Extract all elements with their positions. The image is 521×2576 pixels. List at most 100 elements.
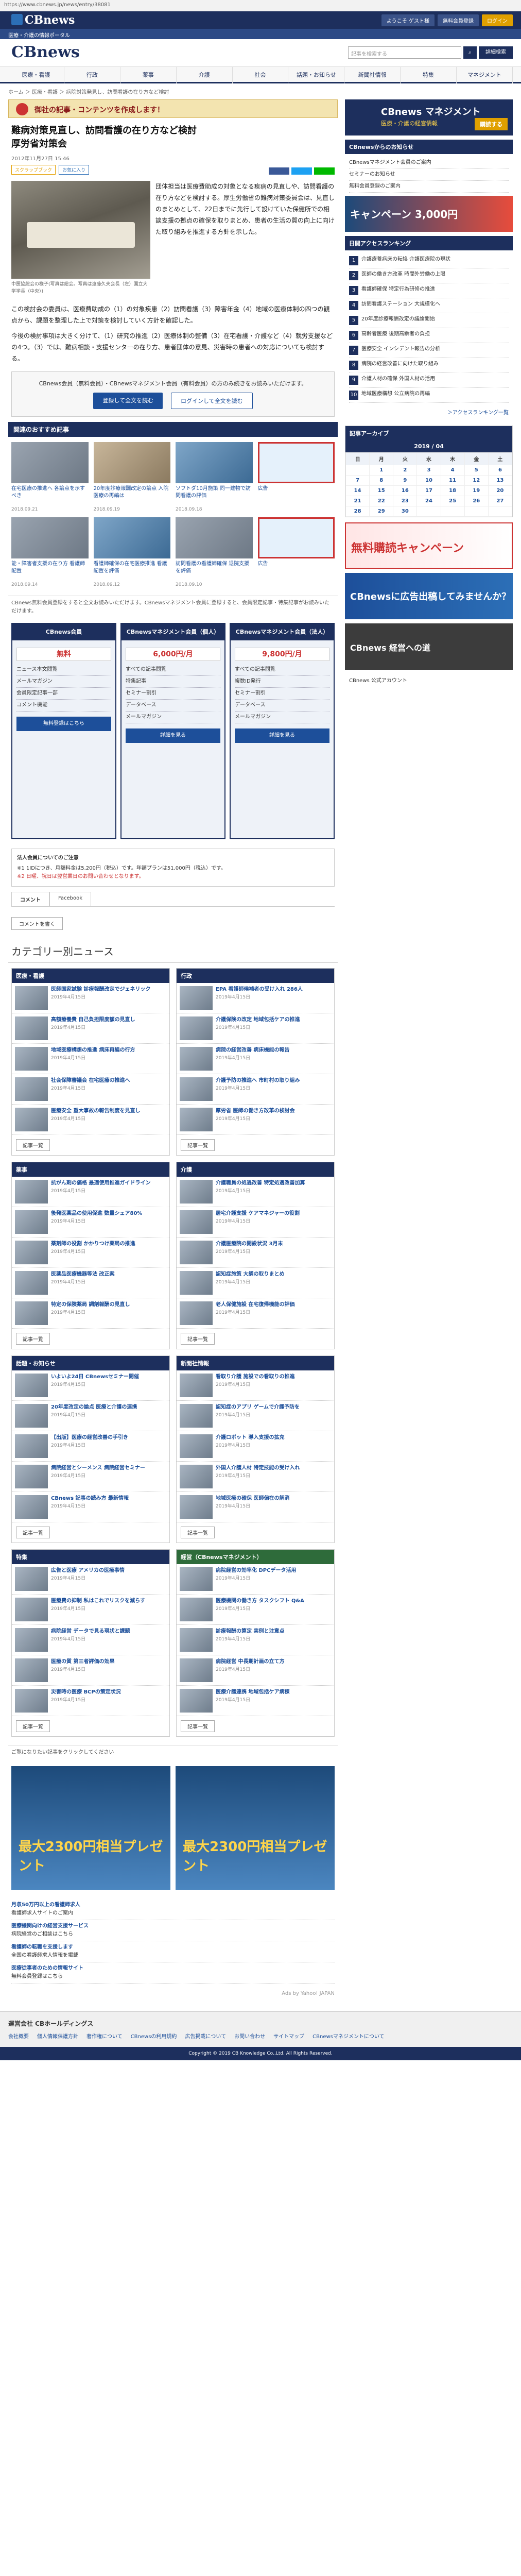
category-more-button[interactable]: 記事一覧 xyxy=(181,1139,215,1151)
recommend-item[interactable]: 20年度診療報酬改定の論点 入院医療の再編は 2018.09.19 xyxy=(93,442,171,512)
category-item-title[interactable]: 医療介護連携 地域包括ケア病棟 xyxy=(216,1689,289,1696)
recommend-title[interactable]: 広告 xyxy=(258,483,335,507)
category-item-title[interactable]: 病院経営 中長期計画の立て方 xyxy=(216,1658,284,1666)
footer-link[interactable]: CBnewsの利用規約 xyxy=(131,2032,177,2040)
ranking-item[interactable]: 9 介護人材の確保 外国人材の活用 xyxy=(349,373,509,388)
free-campaign-banner[interactable]: 無料購読キャンペーン xyxy=(345,522,513,569)
ranking-title[interactable]: 訪問看護ステーション 大規模化へ xyxy=(361,301,440,310)
ranking-title[interactable]: 医療安全 インシデント報告の分析 xyxy=(361,346,440,355)
tab-facebook[interactable]: Facebook xyxy=(49,892,91,906)
category-item[interactable]: 病院経営 中長期計画の立て方 2019年4月15日 xyxy=(177,1655,334,1686)
text-ad-title[interactable]: 医療従事者のための情報サイト xyxy=(11,1965,83,1971)
calendar-day[interactable]: 12 xyxy=(464,475,489,486)
ranking-title[interactable]: 介護人材の確保 外国人材の活用 xyxy=(361,376,435,385)
calendar-day[interactable]: 18 xyxy=(440,485,465,496)
calendar-day[interactable]: 19 xyxy=(464,485,489,496)
category-item-title[interactable]: 【出版】医療の経営改善の手引き xyxy=(51,1434,128,1442)
calendar-day[interactable]: 14 xyxy=(345,485,370,496)
category-item-title[interactable]: 居宅介護支援 ケアマネジャーの役割 xyxy=(216,1210,300,1217)
category-more-button[interactable]: 記事一覧 xyxy=(16,1333,50,1345)
category-item[interactable]: 抗がん剤の価格 最適使用推進ガイドライン 2019年4月15日 xyxy=(12,1177,169,1207)
calendar-day[interactable]: 5 xyxy=(464,465,489,476)
ranking-item[interactable]: 5 20年度診療報酬改定の議論開始 xyxy=(349,313,509,328)
calendar-day[interactable]: 8 xyxy=(369,475,394,486)
favorite-button[interactable]: お気に入り xyxy=(59,165,90,175)
nav-item[interactable]: 特集 xyxy=(401,67,457,83)
category-item-title[interactable]: 外国人介護人材 特定技能の受け入れ xyxy=(216,1465,300,1472)
ranking-title[interactable]: 高齢者医療 後期高齢者の負担 xyxy=(361,331,430,340)
nav-item[interactable]: 薬事 xyxy=(120,67,177,83)
category-heading[interactable]: 医療・看護 xyxy=(12,969,169,983)
category-more-button[interactable]: 記事一覧 xyxy=(181,1333,215,1345)
category-item[interactable]: 20年度改定の論点 医療と介護の連携 2019年4月15日 xyxy=(12,1401,169,1431)
category-item-title[interactable]: 医師国家試験 診療報酬改定でジェネリック xyxy=(51,986,150,993)
category-more-button[interactable]: 記事一覧 xyxy=(181,1720,215,1732)
ranking-item[interactable]: 10 地域医療構想 公立病院の再編 xyxy=(349,388,509,403)
recommend-title[interactable]: 能・障害者支援の在り方 看護師配置 xyxy=(11,558,89,582)
recommend-title[interactable]: 20年度診療報酬改定の論点 入院医療の再編は xyxy=(94,483,171,507)
ranking-item[interactable]: 7 医療安全 インシデント報告の分析 xyxy=(349,343,509,358)
calendar-day[interactable]: 29 xyxy=(369,506,394,517)
category-item[interactable]: 病院経営 データで見る現状と課題 2019年4月15日 xyxy=(12,1625,169,1655)
recommend-title[interactable]: 在宅医療の推進へ 各論点を示すべき xyxy=(11,483,89,507)
category-item-title[interactable]: CBnews 記事の読み方 最新情報 xyxy=(51,1495,129,1502)
category-item-title[interactable]: 地域医療の確保 医師偏在の解消 xyxy=(216,1495,289,1502)
category-item-title[interactable]: 医薬品医療機器等法 改正案 xyxy=(51,1271,114,1278)
calendar-day[interactable]: 7 xyxy=(345,475,370,486)
category-item[interactable]: 広告と医療 アメリカの医療事情 2019年4月15日 xyxy=(12,1564,169,1595)
recommend-title[interactable]: 看護師確保の在宅医療推進 看護配置を評価 xyxy=(94,558,171,582)
category-item-title[interactable]: 介護保険の改定 地域包括ケアの推進 xyxy=(216,1016,300,1024)
login-read-button[interactable]: ログインして全文を読む xyxy=(171,393,253,409)
login-button[interactable]: ログイン xyxy=(482,14,513,26)
category-heading[interactable]: 薬事 xyxy=(12,1162,169,1177)
recommend-item[interactable]: ソフトダ10月施策 同一建物で訪問看護の評価 2018.09.18 xyxy=(176,442,253,512)
campaign-banner[interactable]: キャンペーン 3,000円 xyxy=(345,196,513,232)
category-item[interactable]: 介護保険の改定 地域包括ケアの推進 2019年4月15日 xyxy=(177,1013,334,1044)
category-item[interactable]: 病院経営とシーメンス 病院経営セミナー 2019年4月15日 xyxy=(12,1462,169,1492)
category-item[interactable]: 医療費の抑制 私はこれでリスクを減らす 2019年4月15日 xyxy=(12,1595,169,1625)
search-input[interactable]: 記事を検索する xyxy=(348,46,461,59)
ranking-title[interactable]: 20年度診療報酬改定の議論開始 xyxy=(361,316,435,325)
category-item-title[interactable]: 老人保健施設 在宅復帰機能の評価 xyxy=(216,1301,294,1309)
calendar-day[interactable]: 21 xyxy=(345,496,370,506)
category-item-title[interactable]: 認知症施策 大綱の取りまとめ xyxy=(216,1271,284,1278)
notice-item[interactable]: セミナーのお知らせ xyxy=(349,169,509,181)
category-item-title[interactable]: 医療安全 重大事故の報告制度を見直し xyxy=(51,1108,140,1115)
category-item[interactable]: 高額療養費 自己負担限度額の見直し 2019年4月15日 xyxy=(12,1013,169,1044)
nav-item[interactable]: マネジメント xyxy=(457,67,513,83)
ranking-title[interactable]: 看護師確保 特定行為研修の推進 xyxy=(361,286,435,295)
calendar-day[interactable]: 20 xyxy=(488,485,513,496)
category-item-title[interactable]: 介護ロボット 導入支援の拡充 xyxy=(216,1434,284,1442)
register-button[interactable]: 無料会員登録 xyxy=(438,14,479,26)
category-item[interactable]: 薬剤師の役割 かかりつけ薬局の推進 2019年4月15日 xyxy=(12,1238,169,1268)
calendar-day[interactable]: 11 xyxy=(440,475,465,486)
recommend-item[interactable]: 広告 xyxy=(257,442,335,512)
text-ad[interactable]: 医療従事者のための情報サイト 無料会員登録はこちら xyxy=(11,1962,335,1984)
calendar-day[interactable]: 28 xyxy=(345,506,370,517)
ranking-item[interactable]: 8 病院の経営改善に向けた取り組み xyxy=(349,358,509,373)
category-item[interactable]: 居宅介護支援 ケアマネジャーの役割 2019年4月15日 xyxy=(177,1207,334,1238)
line-share-icon[interactable] xyxy=(314,167,335,175)
facebook-share-icon[interactable] xyxy=(269,167,289,175)
recommend-item[interactable]: 在宅医療の推進へ 各論点を示すべき 2018.09.21 xyxy=(11,442,89,512)
plan-button[interactable]: 無料登録はこちら xyxy=(16,717,111,731)
category-item[interactable]: 介護職員の処遇改善 特定処遇改善加算 2019年4月15日 xyxy=(177,1177,334,1207)
management-banner[interactable]: CBnews マネジメント 医療・介護の経営情報 購読する xyxy=(345,99,513,135)
category-item-title[interactable]: 医療機関の働き方 タスクシフト Q&A xyxy=(216,1598,304,1605)
text-ad-title[interactable]: 月収50万円以上の看護師求人 xyxy=(11,1902,80,1908)
category-item[interactable]: 医師国家試験 診療報酬改定でジェネリック 2019年4月15日 xyxy=(12,983,169,1013)
category-heading[interactable]: 行政 xyxy=(177,969,334,983)
nav-item[interactable]: 介護 xyxy=(177,67,233,83)
category-item[interactable]: 地域医療の確保 医師偏在の解消 2019年4月15日 xyxy=(177,1492,334,1522)
ranking-more-link[interactable]: ＞アクセスランキング一覧 xyxy=(447,410,509,416)
register-read-button[interactable]: 登録して全文を読む xyxy=(93,393,163,409)
scrapbook-button[interactable]: スクラップブック xyxy=(11,165,56,175)
category-item[interactable]: 特定の保険薬局 調剤報酬の見直し 2019年4月15日 xyxy=(12,1298,169,1329)
ad-placement-banner[interactable]: CBnewsに広告出稿してみませんか？ xyxy=(345,573,513,619)
ranking-item[interactable]: 6 高齢者医療 後期高齢者の負担 xyxy=(349,328,509,343)
category-item[interactable]: 【出版】医療の経営改善の手引き 2019年4月15日 xyxy=(12,1431,169,1462)
category-heading[interactable]: 特集 xyxy=(12,1550,169,1564)
promo-banner[interactable]: 御社の記事・コンテンツを作成します！ xyxy=(8,99,338,118)
category-item[interactable]: 医療安全 重大事故の報告制度を見直し 2019年4月15日 xyxy=(12,1105,169,1135)
category-item[interactable]: 医療介護連携 地域包括ケア病棟 2019年4月15日 xyxy=(177,1686,334,1716)
